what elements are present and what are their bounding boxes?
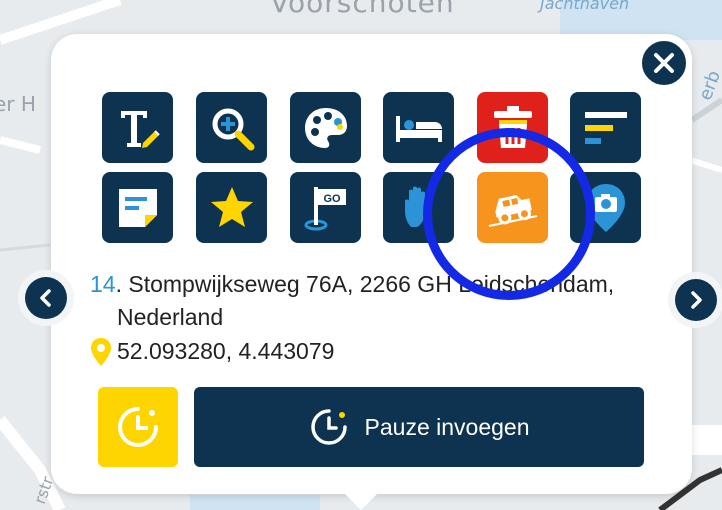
clock-icon bbox=[118, 407, 158, 447]
go-flag-icon: GO bbox=[304, 186, 346, 230]
magnifier-plus-icon bbox=[212, 108, 254, 150]
note-icon bbox=[118, 188, 157, 227]
address-line1: . Stompwijkseweg 76A, 2266 GH Leidschend… bbox=[115, 271, 615, 297]
close-icon bbox=[654, 53, 674, 73]
tool-stop-button[interactable] bbox=[383, 172, 454, 243]
tool-edit-text-button[interactable] bbox=[102, 92, 173, 163]
location-pin-icon bbox=[91, 337, 111, 366]
chevron-left-icon bbox=[40, 289, 51, 307]
chevron-right-icon bbox=[691, 291, 702, 309]
address-line2: Nederland bbox=[117, 304, 224, 330]
tool-offroad-button[interactable] bbox=[477, 172, 548, 243]
bars-icon bbox=[584, 111, 627, 144]
stop-number: 14 bbox=[90, 271, 116, 297]
clock-icon bbox=[310, 409, 347, 445]
close-button[interactable] bbox=[639, 38, 689, 88]
stop-address: 14. Stompwijkseweg 76A, 2266 GH Leidsche… bbox=[90, 268, 614, 301]
timer-button[interactable] bbox=[98, 387, 178, 467]
tool-start-flag-button[interactable]: GO bbox=[290, 172, 361, 243]
tool-delete-button[interactable] bbox=[477, 92, 548, 163]
star-icon bbox=[210, 186, 253, 227]
coordinates-row: 52.093280, 4.443079 bbox=[90, 335, 334, 368]
go-flag-text: GO bbox=[323, 193, 341, 205]
map-label-left: er H bbox=[0, 92, 36, 116]
trash-icon bbox=[493, 105, 532, 148]
tool-favorite-button[interactable] bbox=[196, 172, 267, 243]
camera-pin-icon bbox=[586, 183, 625, 232]
tool-palette-button[interactable] bbox=[290, 92, 361, 163]
map-label-voorschoten: Voorschoten bbox=[270, 0, 455, 19]
map-label-jachthaven: Jachthaven bbox=[540, 0, 630, 13]
palette-icon bbox=[304, 107, 347, 148]
next-stop-button[interactable] bbox=[668, 272, 722, 328]
tool-overnight-button[interactable] bbox=[383, 92, 454, 163]
tool-note-button[interactable] bbox=[102, 172, 173, 243]
bed-icon bbox=[395, 115, 442, 142]
tool-list-button[interactable] bbox=[570, 92, 641, 163]
popup-tail bbox=[343, 492, 379, 510]
insert-pause-button[interactable]: Pauze invoegen bbox=[194, 387, 644, 467]
hand-icon bbox=[404, 186, 425, 227]
previous-stop-button[interactable] bbox=[18, 270, 74, 326]
insert-pause-label: Pauze invoegen bbox=[364, 413, 530, 440]
tool-search-zoom-button[interactable] bbox=[196, 92, 267, 163]
offroad-vehicle-icon bbox=[488, 194, 537, 227]
tool-photo-location-button[interactable] bbox=[570, 172, 641, 243]
coordinates: 52.093280, 4.443079 bbox=[117, 338, 335, 364]
text-pencil-icon bbox=[120, 110, 160, 148]
